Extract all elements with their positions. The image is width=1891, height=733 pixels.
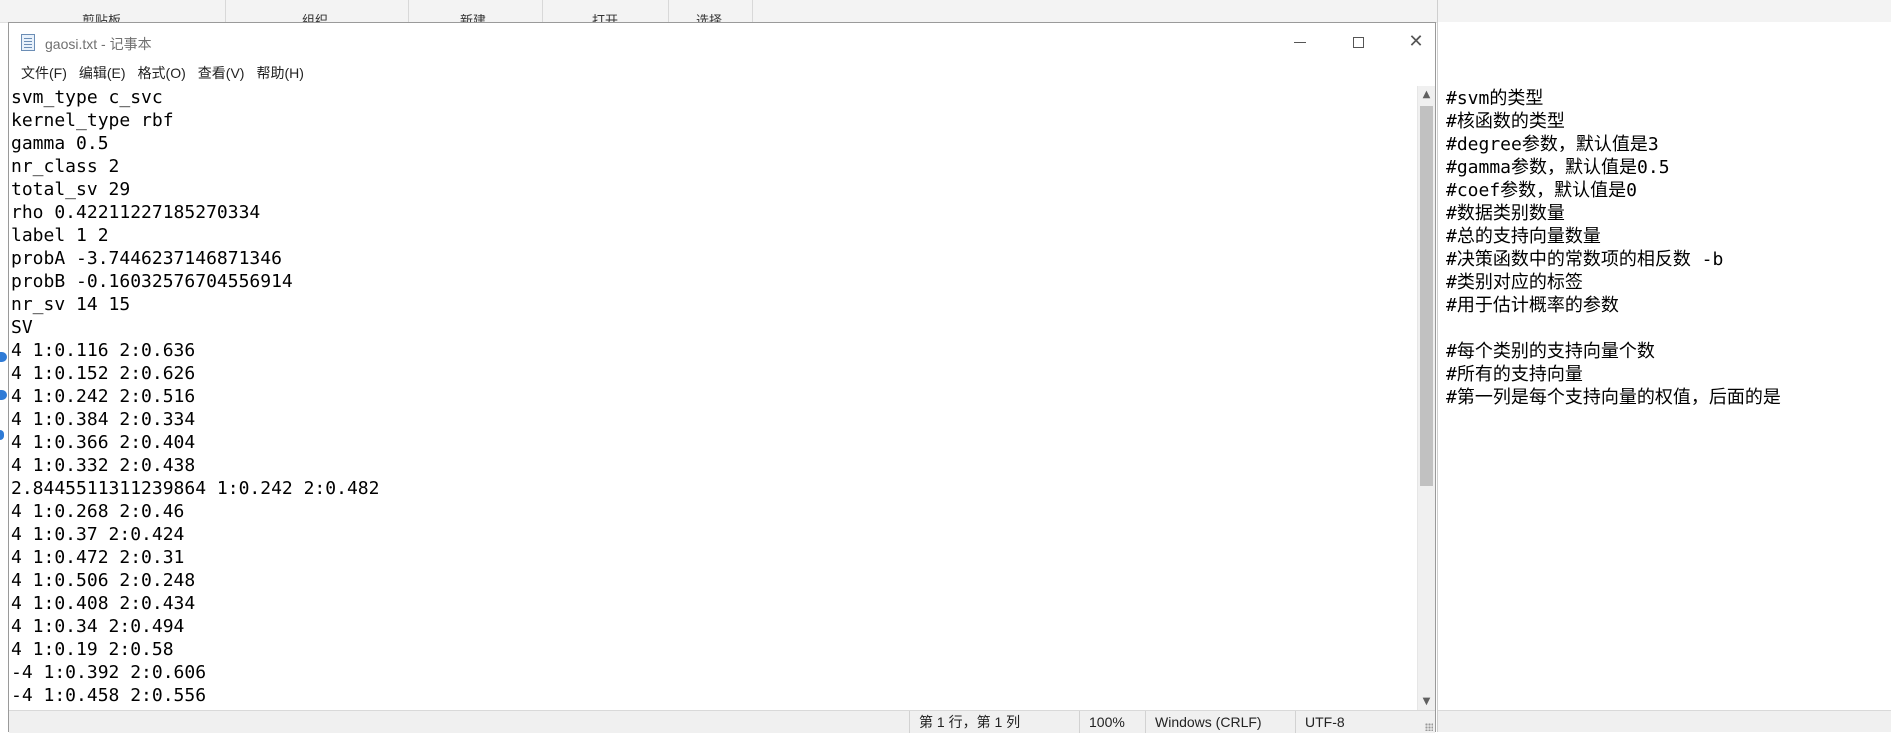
title-bar[interactable]: gaosi.txt - 记事本 ✕: [9, 23, 1435, 61]
scroll-up-arrow-icon[interactable]: ▲: [1418, 86, 1435, 103]
comment-line: #核函数的类型: [1446, 111, 1565, 132]
ribbon-separator: [542, 0, 543, 22]
status-zoom: 100%: [1079, 711, 1145, 733]
editor-line: 4 1:0.242 2:0.516: [11, 386, 196, 407]
editor-line: 4 1:0.19 2:0.58: [11, 639, 174, 660]
notepad-icon: [21, 34, 35, 51]
comment-line: #类别对应的标签: [1446, 272, 1583, 293]
notepad-window: gaosi.txt - 记事本 ✕ 文件(F) 编辑(E) 格式(O) 查看(V…: [8, 22, 1436, 733]
scroll-down-arrow-icon[interactable]: ▼: [1418, 693, 1435, 710]
editor-line: kernel_type rbf: [11, 110, 174, 131]
status-cursor-position: 第 1 行，第 1 列: [909, 711, 1079, 733]
minimize-icon: [1294, 41, 1306, 43]
comment-line: #数据类别数量: [1446, 203, 1565, 224]
comment-line: #所有的支持向量: [1446, 364, 1583, 385]
edge-marker: [0, 352, 7, 362]
comment-line: #coef参数，默认值是0: [1446, 180, 1638, 201]
edge-marker: [0, 390, 7, 400]
ribbon-label-new: 新建: [460, 14, 487, 22]
editor-line: 4 1:0.34 2:0.494: [11, 616, 185, 637]
comment-line: #用于估计概率的参数: [1446, 295, 1619, 316]
editor-line: label 1 2: [11, 225, 109, 246]
status-encoding: UTF-8: [1295, 711, 1415, 733]
resize-grip-icon[interactable]: [1425, 723, 1433, 731]
editor-line: total_sv 29: [11, 179, 131, 200]
editor-line: 4 1:0.37 2:0.424: [11, 524, 185, 545]
ribbon-separator: [752, 0, 753, 22]
comment-line: #degree参数，默认值是3: [1446, 134, 1659, 155]
edge-marker: [0, 430, 4, 440]
maximize-icon: [1352, 36, 1364, 48]
menu-bar: 文件(F) 编辑(E) 格式(O) 查看(V) 帮助(H): [9, 61, 1435, 85]
editor-line: -4 1:0.458 2:0.556: [11, 685, 207, 706]
editor-line: 4 1:0.472 2:0.31: [11, 547, 185, 568]
close-icon: ✕: [1408, 31, 1424, 52]
ribbon-separator: [668, 0, 669, 22]
comment-line: #每个类别的支持向量个数: [1446, 341, 1655, 362]
menu-view[interactable]: 查看(V): [192, 62, 251, 84]
ribbon-label-organize: 组织: [302, 14, 329, 22]
status-line-ending: Windows (CRLF): [1145, 711, 1295, 733]
comments-panel: #svm的类型 #核函数的类型 #degree参数，默认值是3 #gamma参数，默认…: [1437, 0, 1891, 732]
maximize-button[interactable]: [1329, 23, 1387, 61]
comment-line: #gamma参数，默认值是0.5: [1446, 157, 1670, 178]
editor-line: probB -0.16032576704556914: [11, 271, 293, 292]
comment-line: #决策函数中的常数项的相反数 -b: [1446, 249, 1724, 270]
ribbon-separator: [225, 0, 226, 22]
editor-line: nr_class 2: [11, 156, 120, 177]
menu-format[interactable]: 格式(O): [132, 62, 192, 84]
editor-line: 4 1:0.366 2:0.404: [11, 432, 196, 453]
editor-line: probA -3.7446237146871346: [11, 248, 282, 269]
editor-line: nr_sv 14 15: [11, 294, 131, 315]
editor-line: 4 1:0.268 2:0.46: [11, 501, 185, 522]
editor-line: 4 1:0.332 2:0.438: [11, 455, 196, 476]
editor-line: 4 1:0.152 2:0.626: [11, 363, 196, 384]
menu-edit[interactable]: 编辑(E): [73, 62, 132, 84]
ribbon-separator: [408, 0, 409, 22]
ribbon-label-clipboard: 剪贴板: [82, 14, 122, 22]
comment-line: #第一列是每个支持向量的权值，后面的是: [1446, 387, 1781, 408]
minimize-button[interactable]: [1271, 23, 1329, 61]
comments-panel-bottombar: [1438, 710, 1891, 732]
editor-line: 4 1:0.384 2:0.334: [11, 409, 196, 430]
comment-line: [1446, 317, 1781, 340]
editor-line: svm_type c_svc: [11, 87, 163, 108]
comments-text: #svm的类型 #核函数的类型 #degree参数，默认值是3 #gamma参数，默认…: [1446, 87, 1781, 409]
editor-line: 4 1:0.116 2:0.636: [11, 340, 196, 361]
comments-panel-topbar: [1438, 0, 1891, 22]
scroll-thumb[interactable]: [1420, 106, 1433, 486]
ribbon-label-select: 选择: [696, 14, 723, 22]
menu-help[interactable]: 帮助(H): [250, 62, 309, 84]
text-editor[interactable]: svm_type c_svc kernel_type rbf gamma 0.5 nr…: [9, 86, 1417, 710]
editor-line: 4 1:0.506 2:0.248: [11, 570, 196, 591]
status-bar: 第 1 行，第 1 列 100% Windows (CRLF) UTF-8: [9, 710, 1435, 733]
window-title: gaosi.txt - 记事本: [45, 36, 152, 52]
editor-line: -4 1:0.392 2:0.606: [11, 662, 207, 683]
comment-line: #总的支持向量数量: [1446, 226, 1601, 247]
menu-file[interactable]: 文件(F): [15, 62, 73, 84]
editor-line: gamma 0.5: [11, 133, 109, 154]
editor-line: rho 0.42211227185270334: [11, 202, 261, 223]
editor-line: 2.8445511311239864 1:0.242 2:0.482: [11, 478, 380, 499]
vertical-scrollbar[interactable]: ▲ ▼: [1417, 86, 1435, 710]
editor-line: SV: [11, 317, 33, 338]
comment-line: #svm的类型: [1446, 88, 1544, 109]
editor-line: 4 1:0.408 2:0.434: [11, 593, 196, 614]
ribbon-label-open: 打开: [592, 14, 619, 22]
